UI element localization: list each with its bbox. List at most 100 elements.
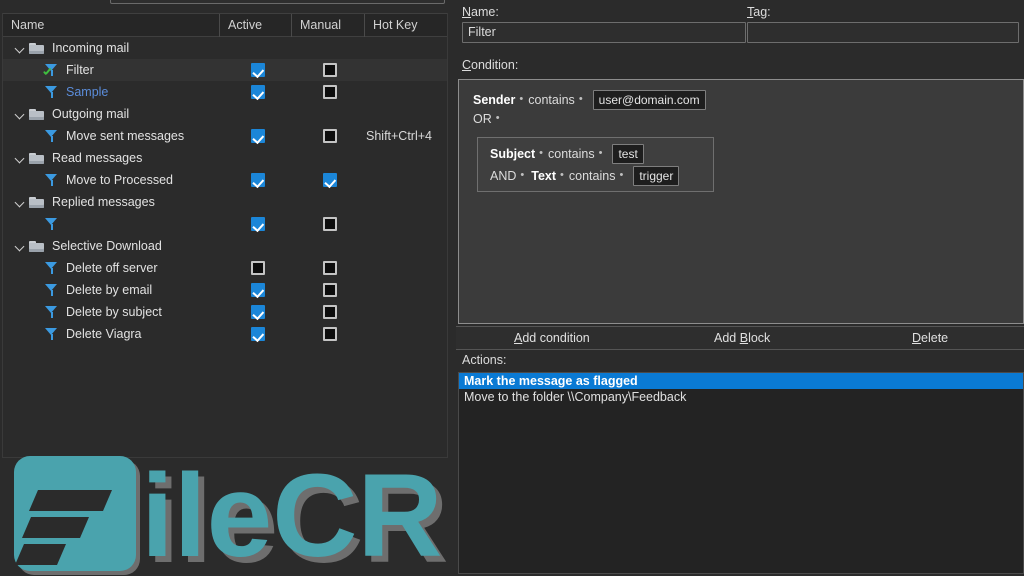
active-checkbox[interactable] (251, 129, 265, 143)
tree-item-label[interactable]: Delete off server (3, 257, 157, 279)
manual-checkbox[interactable] (323, 63, 337, 77)
dropdown-dot-icon[interactable]: • (560, 169, 564, 181)
tree-item-label[interactable] (3, 213, 66, 235)
tree-item-label[interactable]: Delete Viagra (3, 323, 142, 345)
add-block-pre: Add (714, 331, 740, 345)
condition-field-subject[interactable]: Subject (490, 147, 535, 161)
hotkey-value[interactable]: Shift+Ctrl+4 (366, 125, 432, 147)
tree-row-text: Delete Viagra (66, 327, 142, 341)
active-checkbox[interactable] (251, 305, 265, 319)
active-checkbox[interactable] (251, 63, 265, 77)
tree-row[interactable]: Move sent messages Shift+Ctrl+4 (3, 125, 447, 147)
action-list-item[interactable]: Move to the folder \\Company\Feedback (459, 389, 1023, 405)
condition-operator-text[interactable]: contains (569, 169, 616, 183)
dropdown-dot-icon[interactable]: • (520, 169, 524, 181)
chevron-down-icon[interactable] (15, 235, 27, 257)
dropdown-dot-icon[interactable]: • (619, 169, 623, 181)
add-condition-button[interactable]: Add condition (514, 327, 590, 350)
funnel-icon (45, 261, 58, 275)
tree-row[interactable]: Filter (3, 59, 447, 81)
active-checkbox[interactable] (251, 85, 265, 99)
tree-item-label[interactable]: Delete by subject (3, 301, 162, 323)
condition-field-text[interactable]: Text (531, 169, 556, 183)
tree-row[interactable]: Sample (3, 81, 447, 103)
tree-row[interactable]: Move to Processed (3, 169, 447, 191)
tree-row-text: Sample (66, 85, 109, 99)
tree-group-label[interactable]: Incoming mail (3, 37, 129, 59)
condition-row-sender[interactable]: Sender • contains • user@domain.com (473, 90, 706, 110)
column-header-hotkey[interactable]: Hot Key (364, 14, 448, 37)
active-checkbox[interactable] (251, 327, 265, 341)
dropdown-dot-icon[interactable]: • (496, 112, 500, 124)
chevron-down-icon[interactable] (15, 191, 27, 213)
tree-item-label[interactable]: Filter (3, 59, 94, 81)
tree-group-label[interactable]: Replied messages (3, 191, 155, 213)
manual-checkbox[interactable] (323, 327, 337, 341)
condition-editor-area[interactable]: Sender • contains • user@domain.com OR •… (458, 79, 1024, 324)
condition-value-subject[interactable]: test (612, 144, 644, 164)
condition-operator-sender[interactable]: contains (528, 93, 575, 107)
chevron-down-icon[interactable] (15, 103, 27, 125)
tree-row-text: Selective Download (52, 239, 162, 253)
tree-row[interactable]: Delete Viagra (3, 323, 447, 345)
name-field-label: Name: (462, 5, 499, 19)
tree-group-label[interactable]: Selective Download (3, 235, 162, 257)
condition-sub-block[interactable]: Subject • contains • test AND • Text • c… (477, 137, 714, 192)
manual-checkbox[interactable] (323, 173, 337, 187)
condition-value-text[interactable]: trigger (633, 166, 680, 186)
tree-row[interactable]: Selective Download (3, 235, 447, 257)
tree-group-label[interactable]: Outgoing mail (3, 103, 129, 125)
joiner-or-label[interactable]: OR (473, 112, 492, 126)
dropdown-dot-icon[interactable]: • (599, 147, 603, 159)
joiner-and-label[interactable]: AND (490, 169, 516, 183)
delete-rest: elete (921, 331, 949, 345)
condition-row-text[interactable]: AND • Text • contains • trigger (490, 166, 680, 186)
delete-condition-button[interactable]: Delete (912, 327, 948, 350)
active-checkbox[interactable] (251, 283, 265, 297)
toolbar-partial-control[interactable] (110, 0, 445, 4)
tag-label-rest: ag: (753, 5, 771, 19)
tree-item-label[interactable]: Move sent messages (3, 125, 184, 147)
manual-checkbox[interactable] (323, 85, 337, 99)
condition-operator-subject[interactable]: contains (548, 147, 595, 161)
dropdown-dot-icon[interactable]: • (579, 93, 583, 105)
tree-row[interactable] (3, 213, 447, 235)
actions-label: Actions: (462, 353, 507, 367)
condition-value-sender[interactable]: user@domain.com (592, 90, 706, 110)
column-header-name[interactable]: Name (3, 14, 219, 37)
tree-row[interactable]: Read messages (3, 147, 447, 169)
action-list-item[interactable]: Mark the message as flagged (459, 373, 1023, 389)
column-header-active[interactable]: Active (219, 14, 291, 37)
column-header-manual[interactable]: Manual (291, 14, 364, 37)
dropdown-dot-icon[interactable]: • (519, 93, 523, 105)
tree-row[interactable]: Outgoing mail (3, 103, 447, 125)
tree-row[interactable]: Delete by email (3, 279, 447, 301)
dropdown-dot-icon[interactable]: • (539, 147, 543, 159)
manual-checkbox[interactable] (323, 305, 337, 319)
active-checkbox[interactable] (251, 261, 265, 275)
name-accel: N (462, 5, 472, 19)
tree-row[interactable]: Incoming mail (3, 37, 447, 59)
active-checkbox[interactable] (251, 217, 265, 231)
tree-row[interactable]: Replied messages (3, 191, 447, 213)
chevron-down-icon[interactable] (15, 147, 27, 169)
manual-checkbox[interactable] (323, 283, 337, 297)
name-input[interactable]: Filter (462, 22, 746, 43)
tree-row[interactable]: Delete off server (3, 257, 447, 279)
active-checkbox[interactable] (251, 173, 265, 187)
tree-group-label[interactable]: Read messages (3, 147, 142, 169)
tree-item-label[interactable]: Delete by email (3, 279, 152, 301)
actions-list[interactable]: Mark the message as flagged Move to the f… (458, 372, 1024, 574)
manual-checkbox[interactable] (323, 217, 337, 231)
tree-item-label[interactable]: Move to Processed (3, 169, 173, 191)
add-block-button[interactable]: Add Block (714, 327, 770, 350)
manual-checkbox[interactable] (323, 261, 337, 275)
chevron-down-icon[interactable] (15, 37, 27, 59)
manual-checkbox[interactable] (323, 129, 337, 143)
tree-item-label[interactable]: Sample (3, 81, 108, 103)
condition-row-subject[interactable]: Subject • contains • test (490, 144, 644, 164)
condition-field-sender[interactable]: Sender (473, 93, 515, 107)
condition-joiner-or[interactable]: OR • (473, 112, 505, 126)
tree-row[interactable]: Delete by subject (3, 301, 447, 323)
tag-input[interactable] (747, 22, 1019, 43)
